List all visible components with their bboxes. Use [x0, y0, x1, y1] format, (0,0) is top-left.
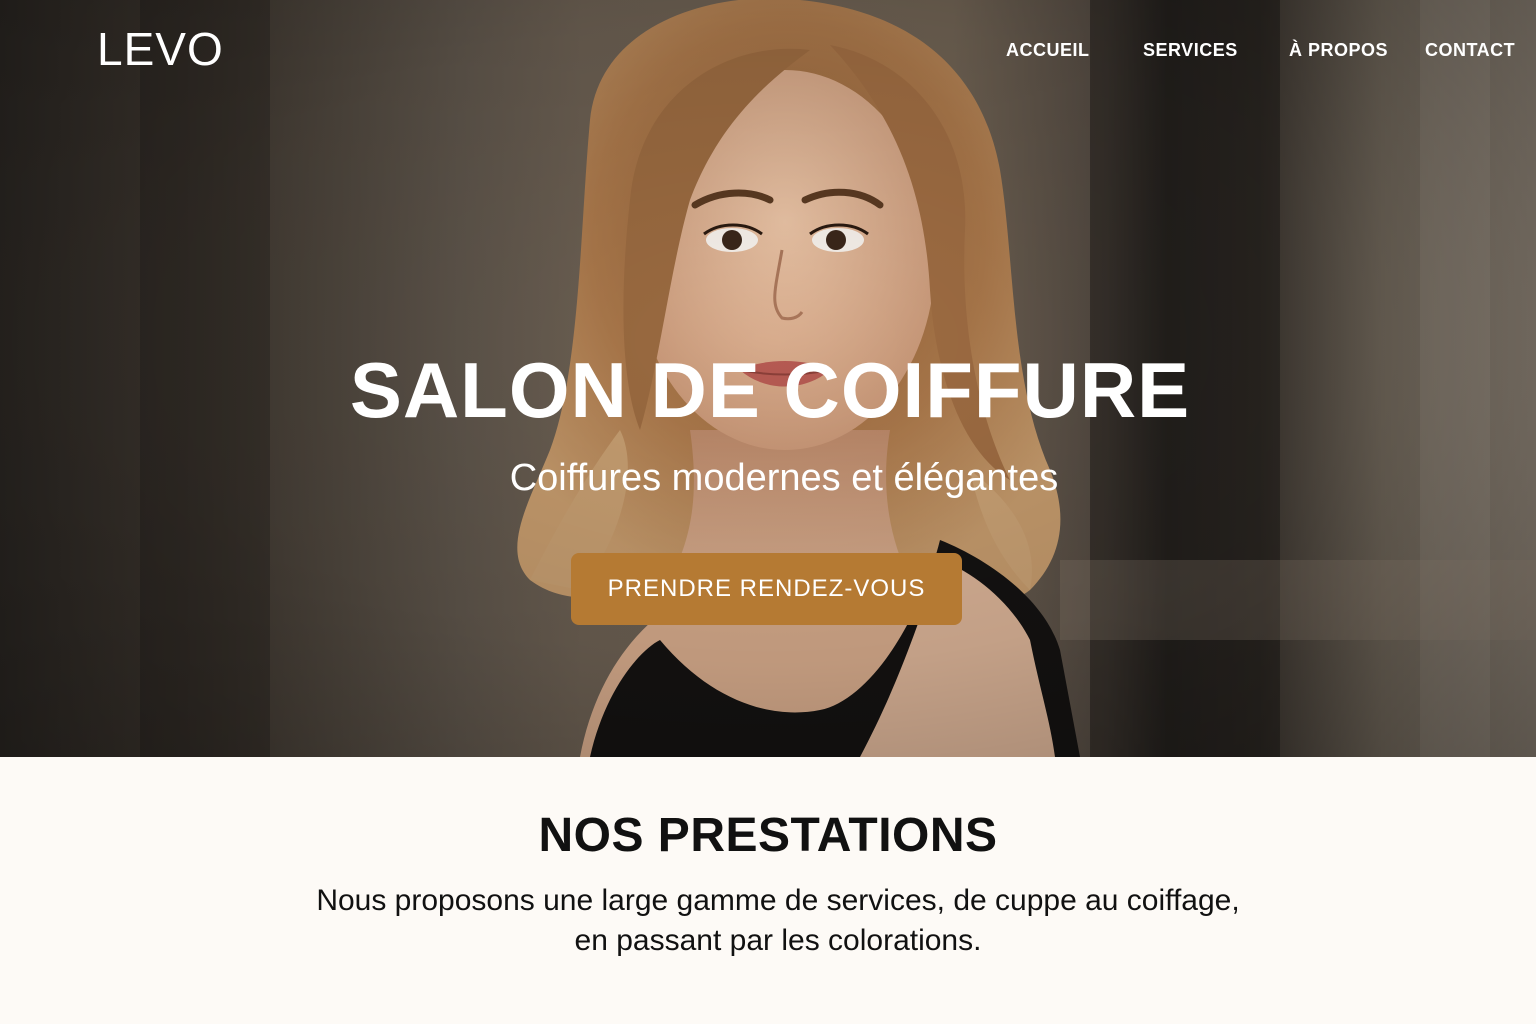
hero-title: SALON DE COIFFURE — [349, 346, 1191, 434]
nav-item-a-propos[interactable]: À PROPOS — [1289, 38, 1388, 62]
services-title: NOS PRESTATIONS — [538, 809, 998, 862]
services-description-line: en passant par les colorations. — [574, 924, 982, 957]
book-appointment-button[interactable]: PRENDRE RENDEZ-VOUS — [571, 553, 962, 625]
services-section: NOS PRESTATIONS Nous proposons une large… — [0, 757, 1536, 1024]
nav-item-accueil[interactable]: ACCUEIL — [1006, 38, 1090, 62]
services-description: Nous proposons une large gamme de servic… — [268, 881, 1288, 961]
logo[interactable]: LEVO — [97, 24, 224, 74]
nav-item-services[interactable]: SERVICES — [1143, 38, 1238, 62]
hero-banner: LEVO ACCUEIL SERVICES À PROPOS CONTACT S… — [0, 0, 1536, 757]
hero-subtitle: Coiffures modernes et élégantes — [509, 457, 1059, 499]
nav-item-contact[interactable]: CONTACT — [1425, 38, 1515, 62]
services-description-line: Nous proposons une large gamme de servic… — [316, 884, 1240, 917]
